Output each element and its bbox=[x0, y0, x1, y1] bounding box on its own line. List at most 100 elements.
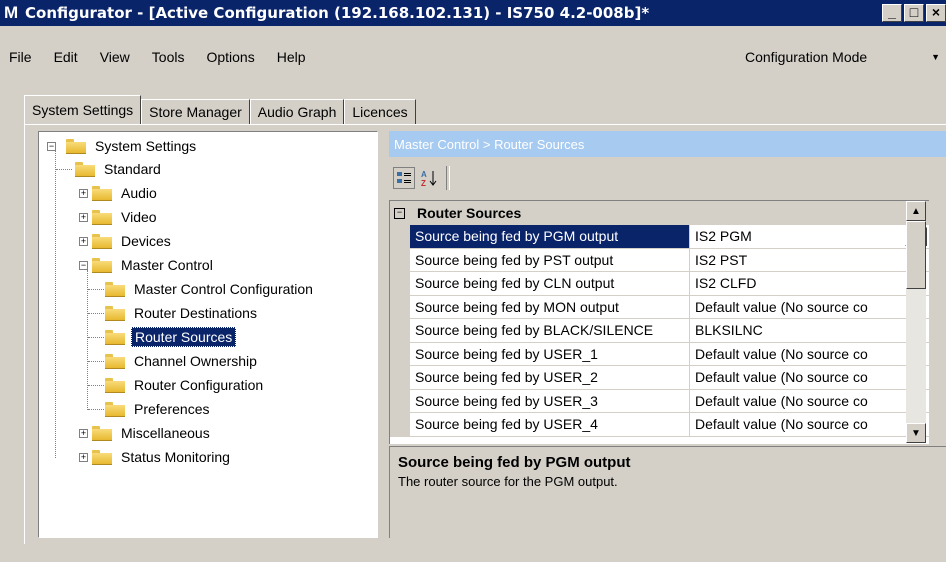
folder-icon bbox=[92, 426, 112, 441]
tree-item-master-control-configuration[interactable]: Master Control Configuration bbox=[105, 278, 316, 300]
menu-tools[interactable]: Tools bbox=[141, 49, 196, 65]
grid-row-name: Source being fed by USER_4 bbox=[410, 413, 690, 437]
folder-icon bbox=[105, 402, 125, 417]
mode-dropdown[interactable]: Configuration Mode ▼ bbox=[735, 44, 946, 70]
dropdown-arrow-icon[interactable]: ▼ bbox=[931, 52, 940, 62]
description-panel: Source being fed by PGM output The route… bbox=[389, 446, 946, 538]
tree-item-label: Router Destinations bbox=[134, 305, 257, 321]
grid-row[interactable]: Source being fed by BLACK/SILENCE BLKSIL… bbox=[390, 319, 929, 343]
grid-row-value[interactable]: Default value (No source co bbox=[690, 366, 929, 390]
grid-row-name: Source being fed by USER_3 bbox=[410, 389, 690, 413]
toolbar-separator bbox=[446, 166, 450, 190]
grid-row[interactable]: Source being fed by USER_3 Default value… bbox=[390, 389, 929, 413]
arrow-down-icon: ▼ bbox=[911, 427, 921, 439]
grid-row[interactable]: Source being fed by CLN output IS2 CLFD bbox=[390, 272, 929, 296]
menu-file[interactable]: File bbox=[0, 49, 43, 65]
expand-icon[interactable]: + bbox=[79, 212, 88, 222]
tree-line bbox=[55, 150, 57, 458]
tree-line bbox=[88, 409, 104, 411]
tree-item-router-sources[interactable]: Router Sources bbox=[105, 326, 237, 348]
grid-category[interactable]: − Router Sources bbox=[390, 201, 929, 225]
scroll-thumb[interactable] bbox=[906, 221, 926, 289]
tree-item-miscellaneous[interactable]: + Miscellaneous bbox=[79, 422, 213, 444]
arrow-up-icon: ▲ bbox=[911, 205, 921, 217]
grid-row-value[interactable]: Default value (No source co bbox=[690, 296, 929, 319]
tree-item-master-control[interactable]: − Master Control bbox=[79, 254, 216, 276]
tree-item-audio[interactable]: + Audio bbox=[79, 182, 160, 204]
grid-row-name: Source being fed by BLACK/SILENCE bbox=[410, 319, 690, 343]
categorized-button[interactable] bbox=[393, 167, 415, 189]
folder-icon bbox=[105, 282, 125, 297]
tree-item-label: Master Control bbox=[121, 257, 213, 273]
tree-item-router-destinations[interactable]: Router Destinations bbox=[105, 302, 260, 324]
grid-row-name: Source being fed by CLN output bbox=[410, 272, 690, 296]
grid-row[interactable]: Source being fed by PST output IS2 PST bbox=[390, 248, 929, 272]
expand-icon[interactable]: + bbox=[79, 188, 88, 198]
window-title: Configurator - [Active Configuration (19… bbox=[25, 4, 650, 22]
tree-item-router-configuration[interactable]: Router Configuration bbox=[105, 374, 266, 396]
tree-item-preferences[interactable]: Preferences bbox=[105, 398, 212, 420]
grid-row-value[interactable]: Default value (No source co bbox=[690, 343, 929, 366]
tree-item-system-settings[interactable]: − System Settings bbox=[47, 135, 199, 157]
folder-icon bbox=[92, 450, 112, 465]
property-grid[interactable]: − Router Sources Source being fed by PGM… bbox=[389, 200, 929, 444]
tree-item-standard[interactable]: Standard bbox=[75, 158, 164, 180]
tree-item-label: Router Configuration bbox=[134, 377, 264, 393]
folder-icon bbox=[105, 306, 125, 321]
tab-system-settings[interactable]: System Settings bbox=[24, 95, 142, 124]
folder-icon bbox=[92, 234, 112, 249]
grid-row-value[interactable]: Default value (No source co bbox=[690, 413, 929, 437]
tree-item-label: Standard bbox=[104, 161, 161, 177]
folder-icon bbox=[92, 210, 112, 225]
tree-item-channel-ownership[interactable]: Channel Ownership bbox=[105, 350, 260, 372]
maximize-button[interactable]: □ bbox=[904, 4, 924, 22]
scroll-down-button[interactable]: ▼ bbox=[906, 423, 926, 443]
collapse-icon[interactable]: − bbox=[79, 260, 88, 270]
grid-row[interactable]: Source being fed by USER_1 Default value… bbox=[390, 342, 929, 366]
grid-row[interactable]: Source being fed by PGM output IS2 PGM .… bbox=[390, 225, 929, 249]
expand-icon[interactable]: + bbox=[79, 428, 88, 438]
categorized-icon bbox=[397, 172, 411, 183]
grid-row-value[interactable]: IS2 CLFD bbox=[690, 272, 929, 296]
grid-row[interactable]: Source being fed by USER_2 Default value… bbox=[390, 366, 929, 390]
expand-icon[interactable]: + bbox=[79, 452, 88, 462]
tree-item-devices[interactable]: + Devices bbox=[79, 230, 174, 252]
menu-view[interactable]: View bbox=[89, 49, 141, 65]
description-title: Source being fed by PGM output bbox=[398, 454, 631, 471]
grid-row-value[interactable]: BLKSILNC bbox=[690, 319, 929, 343]
description-text: The router source for the PGM output. bbox=[398, 474, 618, 489]
menu-help[interactable]: Help bbox=[266, 49, 317, 65]
menu-options[interactable]: Options bbox=[195, 49, 265, 65]
tree-item-label: Miscellaneous bbox=[121, 425, 210, 441]
grid-scrollbar[interactable]: ▲ ▼ bbox=[906, 201, 926, 443]
tree-line bbox=[88, 361, 104, 363]
tab-store-manager[interactable]: Store Manager bbox=[141, 99, 250, 124]
minimize-button[interactable]: _ bbox=[882, 4, 902, 22]
tree-item-status-monitoring[interactable]: + Status Monitoring bbox=[79, 446, 233, 468]
tab-licences[interactable]: Licences bbox=[344, 99, 416, 124]
grid-row-name: Source being fed by MON output bbox=[410, 295, 690, 319]
tree-line bbox=[88, 337, 104, 339]
scroll-up-button[interactable]: ▲ bbox=[906, 201, 926, 221]
close-button[interactable]: × bbox=[926, 4, 946, 22]
grid-row-value[interactable]: IS2 PST bbox=[690, 249, 929, 272]
grid-row-value[interactable]: Default value (No source co bbox=[690, 390, 929, 413]
svg-text:A: A bbox=[421, 170, 427, 179]
tree-item-video[interactable]: + Video bbox=[79, 206, 160, 228]
grid-row[interactable]: Source being fed by USER_4 Default value… bbox=[390, 413, 929, 437]
expand-icon[interactable]: + bbox=[79, 236, 88, 246]
tab-audio-graph[interactable]: Audio Graph bbox=[249, 99, 345, 124]
tree-item-label: Master Control Configuration bbox=[134, 281, 313, 297]
tree-item-label: Preferences bbox=[134, 401, 210, 417]
tree-line bbox=[88, 289, 104, 291]
collapse-icon[interactable]: − bbox=[394, 207, 405, 219]
mode-dropdown-value: Configuration Mode bbox=[745, 49, 868, 65]
alphabetical-button[interactable]: A Z bbox=[417, 167, 441, 189]
tree-line bbox=[87, 270, 89, 410]
title-bar: M Configurator - [Active Configuration (… bbox=[0, 0, 946, 26]
grid-row[interactable]: Source being fed by MON output Default v… bbox=[390, 295, 929, 319]
settings-tree[interactable]: − System Settings Standard + Audio + Vid… bbox=[38, 131, 378, 538]
collapse-icon[interactable]: − bbox=[47, 141, 56, 151]
grid-row-value[interactable]: IS2 PGM ... bbox=[690, 225, 929, 249]
menu-edit[interactable]: Edit bbox=[43, 49, 89, 65]
